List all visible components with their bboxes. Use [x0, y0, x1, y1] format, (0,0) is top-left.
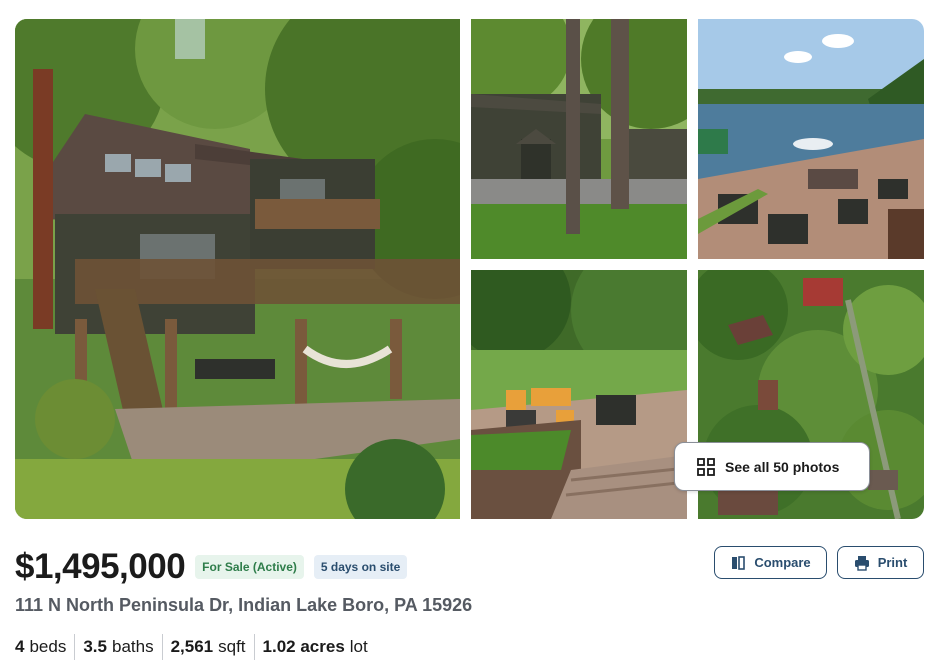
grid-icon	[697, 457, 715, 476]
house-front-photo[interactable]	[471, 19, 687, 259]
beds-value: 4	[15, 637, 25, 656]
see-all-photos-button[interactable]: See all 50 photos	[674, 442, 870, 491]
compare-label: Compare	[754, 555, 811, 570]
backyard-patio-photo[interactable]	[471, 270, 687, 519]
sqft-fact: 2,561 sqft	[161, 634, 254, 660]
baths-value: 3.5	[83, 637, 107, 656]
sqft-label: sqft	[218, 637, 246, 656]
printer-icon	[854, 555, 869, 571]
status-badge: For Sale (Active)	[195, 555, 304, 579]
see-all-photos-label: See all 50 photos	[725, 458, 840, 475]
print-button[interactable]: Print	[837, 546, 924, 579]
lot-fact: 1.02 acres lot	[253, 634, 376, 660]
compare-icon	[732, 555, 746, 570]
lake-patio-photo[interactable]	[698, 19, 924, 259]
listing-price: $1,495,000	[15, 547, 186, 586]
main-photo[interactable]	[15, 19, 460, 519]
baths-label: baths	[111, 637, 154, 656]
listing-address: 111 N North Peninsula Dr, Indian Lake Bo…	[15, 595, 473, 615]
photo-gallery: See all 50 photos	[15, 19, 924, 519]
days-on-site-badge: 5 days on site	[313, 555, 408, 579]
lot-value: 1.02 acres	[262, 637, 345, 656]
lot-label: lot	[349, 637, 368, 656]
beds-fact: 4 beds	[15, 634, 74, 660]
listing-facts: 4 beds 3.5 baths 2,561 sqft 1.02 acres l…	[15, 634, 376, 660]
print-label: Print	[877, 555, 908, 570]
beds-label: beds	[29, 637, 67, 656]
compare-button[interactable]: Compare	[714, 546, 827, 579]
baths-fact: 3.5 baths	[74, 634, 161, 660]
sqft-value: 2,561	[170, 637, 214, 656]
price-row: $1,495,000 For Sale (Active) 5 days on s…	[15, 545, 408, 589]
